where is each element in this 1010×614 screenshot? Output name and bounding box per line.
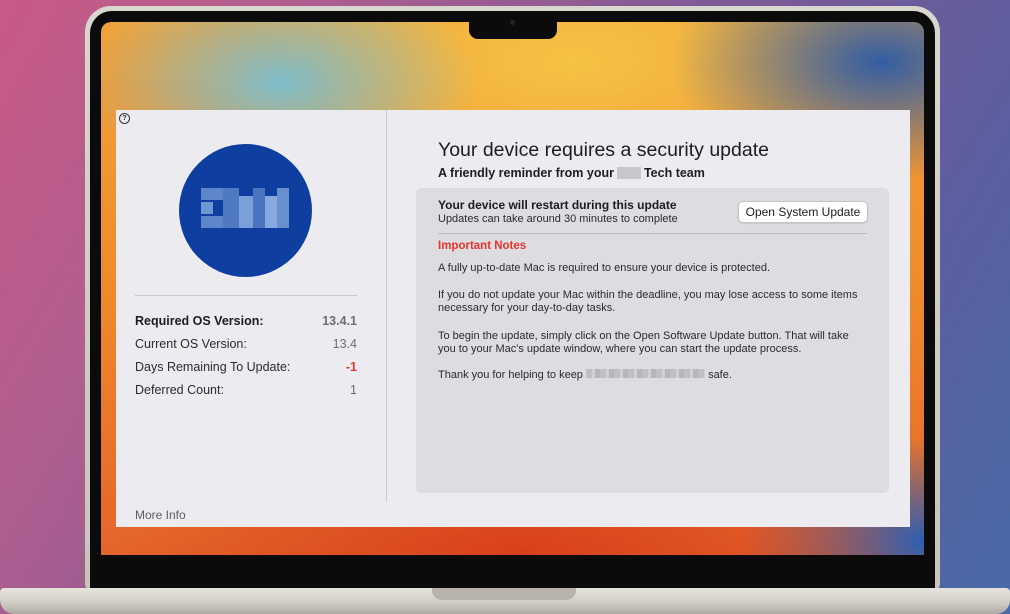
page-title: Your device requires a security update [438, 139, 769, 161]
required-os-row: Required OS Version: 13.4.1 [135, 314, 357, 332]
update-dialog: ? Required OS Version: 13.4.1 Current OS… [116, 110, 910, 527]
current-os-value: 13.4 [332, 337, 357, 351]
pane-divider [386, 110, 387, 502]
laptop-base-lip [432, 588, 576, 600]
subtitle-suffix: Tech team [643, 166, 705, 180]
open-system-update-button[interactable]: Open System Update [738, 201, 868, 223]
days-remaining-value: -1 [345, 360, 357, 374]
panel-separator [438, 233, 867, 234]
restart-subtitle: Updates can take around 30 minutes to co… [438, 213, 678, 225]
thanks-suffix: safe. [708, 369, 732, 381]
more-info-link[interactable]: More Info [135, 508, 186, 522]
left-separator [135, 295, 357, 296]
redacted-logo-mark [201, 188, 289, 228]
note-text: A fully up-to-date Mac is required to en… [438, 262, 771, 274]
deferred-count-value: 1 [350, 383, 357, 397]
days-remaining-row: Days Remaining To Update: -1 [135, 360, 357, 378]
current-os-label: Current OS Version: [135, 337, 247, 351]
days-remaining-label: Days Remaining To Update: [135, 360, 291, 374]
restart-title: Your device will restart during this upd… [438, 198, 677, 212]
camera-icon [510, 20, 515, 25]
important-notes-heading: Important Notes [438, 240, 527, 252]
left-pane: ? Required OS Version: 13.4.1 Current OS… [116, 110, 386, 527]
redacted-org-name [586, 369, 705, 378]
thanks-note: Thank you for helping to keep safe. [438, 369, 858, 382]
required-os-label: Required OS Version: [135, 314, 264, 328]
note-text: If you do not update your Mac within the… [438, 289, 858, 314]
question-circle-icon[interactable]: ? [119, 113, 130, 124]
thanks-prefix: Thank you for helping to keep [438, 369, 583, 381]
info-panel: Your device will restart during this upd… [416, 188, 889, 493]
deferred-count-label: Deferred Count: [135, 383, 224, 397]
subtitle-prefix: A friendly reminder from your [438, 166, 614, 180]
redacted-org-name [616, 167, 641, 179]
deferred-count-row: Deferred Count: 1 [135, 383, 357, 401]
organization-logo [179, 144, 312, 277]
required-os-value: 13.4.1 [322, 314, 357, 328]
current-os-row: Current OS Version: 13.4 [135, 337, 357, 355]
page-subtitle: A friendly reminder from your Tech team [438, 166, 705, 180]
bezel-bottom [90, 555, 935, 589]
note-text: To begin the update, simply click on the… [438, 330, 849, 355]
